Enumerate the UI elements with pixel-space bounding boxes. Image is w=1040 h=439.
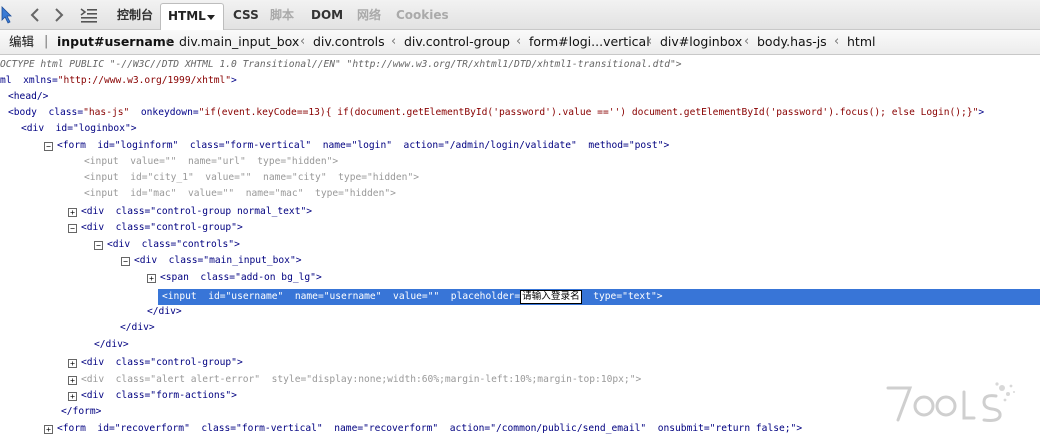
crumb-form-login[interactable]: form#logi...vertical xyxy=(529,30,650,54)
alert-error-node[interactable]: <div class="alert alert-error" style="di… xyxy=(81,372,641,388)
node-text: <input id="username" name="username" val… xyxy=(162,291,521,302)
expand-toggle-icon[interactable]: + xyxy=(68,359,77,368)
control-group-normal-node[interactable]: <div class="control-group normal_text"> xyxy=(81,204,312,220)
crumb-input-username[interactable]: input#username xyxy=(57,30,174,54)
expand-toggle-icon[interactable]: + xyxy=(68,208,77,217)
doctype-line: OCTYPE html PUBLIC "-//W3C//DTD XHTML 1.… xyxy=(0,59,682,70)
chevron-down-icon[interactable] xyxy=(207,15,215,20)
collapse-toggle-icon[interactable]: − xyxy=(68,224,77,233)
tab-script[interactable]: 脚本 xyxy=(270,0,294,30)
placeholder-edit-field[interactable]: 请输入登录名 xyxy=(520,290,582,304)
collapse-toggle-icon[interactable]: − xyxy=(94,241,103,250)
html-node[interactable]: ml xmlns="http://www.w3.org/1999/xhtml"> xyxy=(0,73,237,89)
recoverform-node[interactable]: <form id="recoverform" class="form-verti… xyxy=(57,421,802,437)
tab-cookies[interactable]: Cookies xyxy=(396,0,449,30)
node-value: "has-js" xyxy=(83,107,130,118)
node-text: type="text"> xyxy=(581,291,663,302)
loginform-node[interactable]: <form id="loginform" class="form-vertica… xyxy=(57,138,669,154)
node-value: "if(event.keyCode==13){ if(document.getE… xyxy=(198,107,979,118)
head-node[interactable]: <head/> xyxy=(8,89,48,105)
crumb-separator-icon: ‹ xyxy=(300,34,306,49)
tools-watermark-logo xyxy=(886,382,1015,422)
form-actions-node[interactable]: <div class="form-actions"> xyxy=(81,388,237,404)
forward-arrow-icon[interactable] xyxy=(52,0,66,30)
node-tag: > xyxy=(978,107,985,118)
expand-toggle-icon[interactable]: + xyxy=(68,392,77,401)
main-input-box-node[interactable]: <div class="main_input_box"> xyxy=(134,253,302,269)
tab-dom[interactable]: DOM xyxy=(311,0,343,30)
expand-toggle-icon[interactable]: + xyxy=(44,425,53,434)
crumb-separator-icon: ‹ xyxy=(647,34,653,49)
crumb-body[interactable]: body.has-js xyxy=(757,30,827,54)
tab-console[interactable]: 控制台 xyxy=(117,0,153,30)
node-tag: <body xyxy=(8,107,49,118)
breadcrumb: 编辑 | input#username ‹ div.main_input_box… xyxy=(0,30,1040,55)
input-mac-node[interactable]: <input id="mac" value="" name="mac" type… xyxy=(84,186,396,202)
selected-node-highlight[interactable]: <input id="username" name="username" val… xyxy=(158,289,1040,305)
crumb-separator-icon: ‹ xyxy=(516,34,522,49)
crumb-loginbox[interactable]: div#loginbox xyxy=(660,30,742,54)
firebug-toolbar: 控制台 HTML CSS 脚本 DOM 网络 Cookies xyxy=(0,0,1040,30)
control-group-node[interactable]: <div class="control-group"> xyxy=(81,355,243,371)
panel-list-icon[interactable] xyxy=(78,0,100,30)
tab-network[interactable]: 网络 xyxy=(357,0,381,30)
collapse-toggle-icon[interactable]: − xyxy=(44,142,53,151)
control-group-node[interactable]: <div class="control-group"> xyxy=(81,220,243,236)
divider: | xyxy=(44,34,49,49)
close-div-node[interactable]: </div> xyxy=(94,337,129,353)
crumb-controls[interactable]: div.controls xyxy=(313,30,385,54)
crumb-control-group[interactable]: div.control-group xyxy=(404,30,510,54)
close-div-node[interactable]: </div> xyxy=(120,320,155,336)
expand-toggle-icon[interactable]: + xyxy=(68,376,77,385)
back-arrow-icon[interactable] xyxy=(28,0,42,30)
expand-toggle-icon[interactable]: + xyxy=(147,274,156,283)
node-value: "http://www.w3.org/1999/xhtml" xyxy=(57,75,232,86)
node-attr: class= xyxy=(48,107,84,118)
collapse-toggle-icon[interactable]: − xyxy=(121,257,130,266)
edit-button[interactable]: 编辑 xyxy=(9,30,34,54)
crumb-separator-icon: ‹ xyxy=(165,34,171,49)
inspect-pointer-icon[interactable] xyxy=(0,0,18,30)
node-attr: onkeydown= xyxy=(129,107,199,118)
node-tag: > xyxy=(231,75,237,86)
input-url-node[interactable]: <input value="" name="url" type="hidden"… xyxy=(84,154,338,170)
controls-node[interactable]: <div class="controls"> xyxy=(107,237,240,253)
node-attr: xmlns= xyxy=(23,75,58,86)
tab-html-label: HTML xyxy=(168,9,206,23)
crumb-separator-icon: ‹ xyxy=(744,34,750,49)
input-city-node[interactable]: <input id="city_1" value="" name="city" … xyxy=(84,170,419,186)
tab-css[interactable]: CSS xyxy=(233,0,259,30)
close-div-node[interactable]: </div> xyxy=(147,304,182,320)
loginbox-node[interactable]: <div id="loginbox"> xyxy=(21,121,137,137)
node-tag: ml xyxy=(0,75,24,86)
tab-html[interactable]: HTML xyxy=(160,3,224,30)
crumb-main-input-box[interactable]: div.main_input_box xyxy=(179,30,299,54)
crumb-separator-icon: ‹ xyxy=(391,34,397,49)
add-on-span-node[interactable]: <span class="add-on bg_lg"> xyxy=(160,270,322,286)
close-form-node[interactable]: </form> xyxy=(61,404,101,420)
body-node[interactable]: <body class="has-js" onkeydown="if(event… xyxy=(8,105,984,121)
username-input-node[interactable]: <input id="username" name="username" val… xyxy=(162,289,663,305)
crumb-separator-icon: ‹ xyxy=(834,34,840,49)
crumb-html[interactable]: html xyxy=(847,30,875,54)
